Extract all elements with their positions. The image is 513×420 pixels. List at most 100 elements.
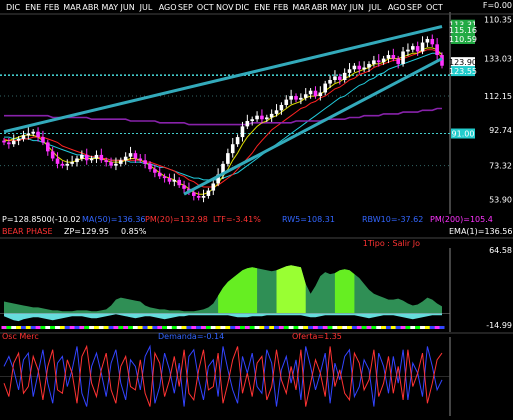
signal-bar-segment <box>1 326 7 329</box>
candle-body <box>226 153 230 164</box>
signal-bar-segment <box>89 326 95 329</box>
price-tick: 133.03 <box>484 55 512 64</box>
month-label: ABR <box>82 3 99 12</box>
candle-body <box>2 140 6 143</box>
candle-body <box>367 63 371 68</box>
candle-body <box>313 90 318 97</box>
candle-body <box>299 97 303 100</box>
osc-label: Demanda=-0.14 <box>158 332 224 341</box>
signal-bar-segment <box>225 326 231 329</box>
signal-bar-segment <box>108 326 114 329</box>
signal-bar-segment <box>298 326 304 329</box>
signal-bar-segment <box>79 326 85 329</box>
candle-body <box>396 58 400 64</box>
status-value: RBW10=-37.62 <box>362 215 423 224</box>
candle-body <box>289 96 293 100</box>
bright-demand-area <box>276 265 306 314</box>
candle-body <box>347 69 352 73</box>
month-label: JUL <box>368 3 382 12</box>
candle-body <box>279 104 284 111</box>
candle-body <box>284 99 289 105</box>
candle-body <box>119 160 123 164</box>
status-value: MA(50)=136.36 <box>82 215 146 224</box>
price-tick: 53.90 <box>489 196 512 205</box>
candle-body <box>7 142 11 145</box>
candle-body <box>36 131 40 138</box>
signal-bar-segment <box>390 326 396 329</box>
signal-bar-segment <box>278 326 284 329</box>
candle-body <box>415 46 420 52</box>
candle-body <box>50 151 55 159</box>
candle-body <box>94 154 99 159</box>
candle-body <box>89 158 94 161</box>
month-label: MAY <box>331 3 348 12</box>
candle-body <box>167 178 172 182</box>
candle-body <box>65 163 70 166</box>
signal-bar-segment <box>361 326 367 329</box>
candle-body <box>265 117 269 120</box>
candle-body <box>274 110 279 114</box>
signal-bar-segment <box>347 326 353 329</box>
panel-header: F=0.00 <box>483 1 512 10</box>
month-label: NOV <box>216 3 234 12</box>
candle-body <box>420 42 425 52</box>
candle-body <box>376 60 381 63</box>
signal-bar-segment <box>201 326 207 329</box>
month-label: SEP <box>178 3 193 12</box>
signal-bar-segment <box>171 326 177 329</box>
signal-bar-segment <box>166 326 172 329</box>
price-badge-label: 110.59 <box>449 35 477 44</box>
signal-bar-segment <box>20 326 26 329</box>
candle-body <box>206 190 211 196</box>
candle-body <box>201 195 206 198</box>
signal-bar-segment <box>259 326 265 329</box>
signal-bar-segment <box>371 326 377 329</box>
candle-body <box>362 67 366 70</box>
status-value: ZP=129.95 <box>64 227 109 236</box>
month-label: MAR <box>292 3 310 12</box>
signal-bar-segment <box>55 326 61 329</box>
signal-bar-segment <box>254 326 260 329</box>
candle-body <box>357 65 362 70</box>
signal-bar-segment <box>103 326 109 329</box>
signal-bar-segment <box>181 326 187 329</box>
signal-bar-segment <box>45 326 51 329</box>
status-value: PM(20)=132.98 <box>145 215 208 224</box>
candle-body <box>26 133 31 136</box>
status-value: LTF=-3.41% <box>213 215 261 224</box>
signal-bar-segment <box>64 326 70 329</box>
signal-bar-segment <box>176 326 182 329</box>
candle-body <box>430 38 435 45</box>
month-label: ABR <box>311 3 328 12</box>
signal-bar-segment <box>308 326 314 329</box>
candle-body <box>435 44 439 56</box>
signal-bar-segment <box>118 326 124 329</box>
month-label: DIC <box>6 3 21 12</box>
candle-body <box>148 163 152 170</box>
candle-body <box>269 113 274 118</box>
signal-bar-segment <box>420 326 426 329</box>
candle-body <box>333 76 337 80</box>
signal-bar-segment <box>186 326 192 329</box>
candle-body <box>328 80 332 84</box>
signal-bar-segment <box>191 326 197 329</box>
signal-bar-segment <box>395 326 401 329</box>
candle-body <box>75 158 79 163</box>
signal-bar-segment <box>147 326 153 329</box>
volume-tick: -14.99 <box>486 321 512 330</box>
signal-bar-segment <box>303 326 309 329</box>
signal-bar-segment <box>410 326 416 329</box>
signal-bar-segment <box>235 326 241 329</box>
candle-body <box>308 90 313 95</box>
candle-body <box>157 172 162 177</box>
signal-bar-segment <box>93 326 99 329</box>
price-badge-label: 123.90 <box>449 58 477 67</box>
price-tick: 92.74 <box>489 126 512 135</box>
status-value: RW5=108.31 <box>282 215 335 224</box>
candle-body <box>323 83 327 93</box>
signal-bar-segment <box>312 326 318 329</box>
signal-bar-segment <box>162 326 168 329</box>
candle-body <box>411 46 415 50</box>
signal-bar-segment <box>288 326 294 329</box>
signal-bar-segment <box>376 326 382 329</box>
